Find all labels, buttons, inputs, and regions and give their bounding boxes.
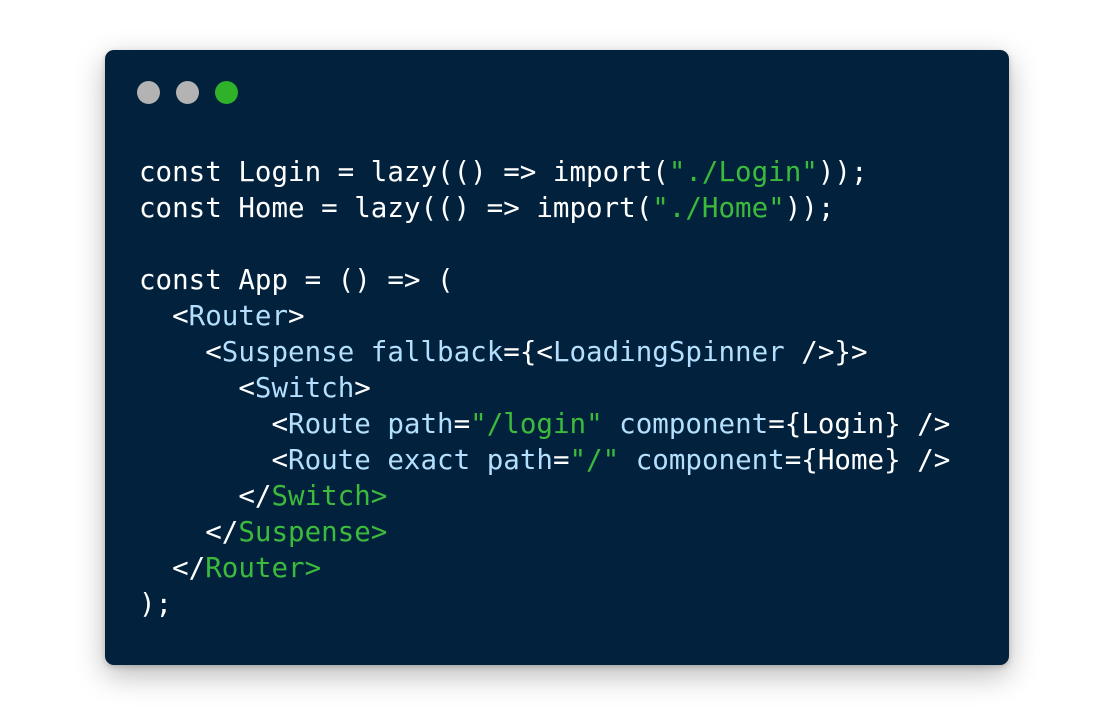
- code-token: "./Home": [652, 192, 785, 224]
- code-token: >: [370, 516, 388, 548]
- code-token: path: [370, 408, 454, 440]
- code-token: </: [139, 552, 206, 584]
- code-token: <: [139, 408, 289, 440]
- code-token: ={Home} />: [784, 444, 951, 476]
- code-token: component: [619, 444, 785, 476]
- code-token: />}>: [784, 336, 868, 368]
- code-token: "/login": [470, 408, 603, 440]
- code-line: const App = () => (: [139, 262, 950, 298]
- code-line: </Switch>: [139, 478, 950, 514]
- code-token: const App = () => (: [139, 264, 454, 296]
- code-line: <Route exact path="/" component={Home} /…: [139, 442, 950, 478]
- code-token: </: [139, 480, 272, 512]
- code-token: =: [453, 408, 471, 440]
- code-line: </Router>: [139, 550, 950, 586]
- code-line: <Suspense fallback={<LoadingSpinner />}>: [139, 334, 950, 370]
- code-token: Router: [205, 552, 305, 584]
- code-token: <: [139, 372, 255, 404]
- code-token: ={<: [503, 336, 553, 368]
- code-token: Switch: [271, 480, 371, 512]
- code-token: Suspense: [238, 516, 371, 548]
- code-token: "/": [569, 444, 620, 476]
- code-token: Route: [288, 408, 371, 440]
- code-window: const Login = lazy(() => import("./Login…: [105, 50, 1009, 665]
- code-token: Suspense: [221, 336, 355, 368]
- code-token: >: [370, 480, 388, 512]
- code-token: ));: [817, 156, 868, 188]
- code-token: >: [304, 552, 322, 584]
- minimize-dot-icon[interactable]: [176, 81, 199, 104]
- code-token: fallback: [354, 336, 504, 368]
- close-dot-icon[interactable]: [137, 81, 160, 104]
- code-token: Router: [188, 300, 289, 332]
- code-token: );: [139, 588, 173, 620]
- code-line: );: [139, 586, 950, 622]
- window-controls: [137, 81, 238, 104]
- code-token: =: [552, 444, 570, 476]
- code-token: exact path: [370, 444, 553, 476]
- code-line: <Router>: [139, 298, 950, 334]
- code-token: <: [139, 336, 222, 368]
- code-token: >: [288, 300, 305, 332]
- code-line: <Route path="/login" component={Login} /…: [139, 406, 950, 442]
- code-line: ​: [139, 226, 950, 262]
- code-token: LoadingSpinner: [552, 336, 785, 368]
- code-token: ={Login} />: [768, 408, 951, 440]
- code-line: <Switch>: [139, 370, 950, 406]
- code-token: <: [139, 444, 289, 476]
- code-line: const Login = lazy(() => import("./Login…: [139, 154, 950, 190]
- code-token: >: [354, 372, 371, 404]
- code-token: const Login = lazy(() => import(: [139, 156, 669, 188]
- code-token: component: [602, 408, 769, 440]
- code-token: Switch: [254, 372, 355, 404]
- code-token: </: [139, 516, 239, 548]
- code-token: const Home = lazy(() => import(: [139, 192, 653, 224]
- code-block: const Login = lazy(() => import("./Login…: [139, 154, 950, 622]
- code-token: ));: [784, 192, 835, 224]
- maximize-dot-icon[interactable]: [215, 81, 238, 104]
- code-token: <: [139, 300, 189, 332]
- code-token: Route: [288, 444, 371, 476]
- code-token: "./Login": [668, 156, 818, 188]
- code-line: const Home = lazy(() => import("./Home")…: [139, 190, 950, 226]
- code-line: </Suspense>: [139, 514, 950, 550]
